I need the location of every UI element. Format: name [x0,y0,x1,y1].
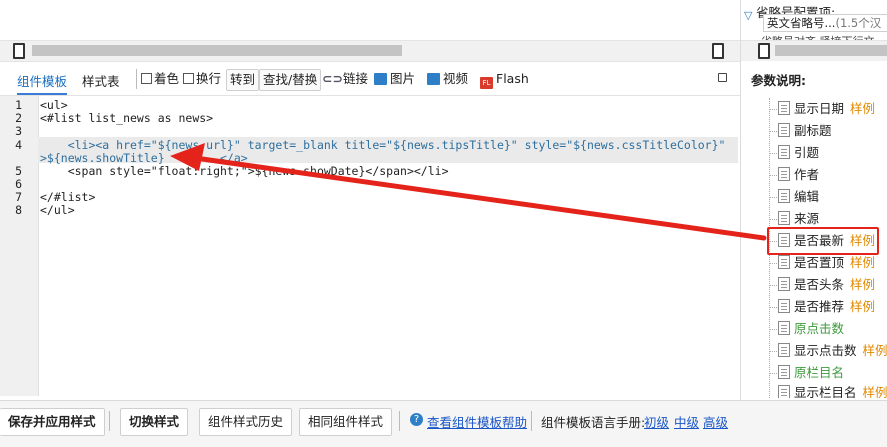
help-icon: ? [410,413,423,426]
manual-label: 组件模板语言手册: [541,415,646,430]
divider [531,411,532,431]
divider [109,411,110,431]
arrow-shaft [185,154,767,241]
template-help-link[interactable]: 查看组件模板帮助 [427,412,527,431]
arrow-head-icon [170,143,205,171]
switch-style-button[interactable]: 切换样式 [120,408,189,436]
manual-basic-link[interactable]: 初级 [644,412,669,431]
manual-intermediate-link[interactable]: 中级 [674,412,699,431]
divider [399,411,400,431]
style-history-button[interactable]: 组件样式历史 [199,408,293,436]
same-style-button[interactable]: 相同组件样式 [299,408,393,436]
bottom-bar: 保存并应用样式 切换样式 组件样式历史 相同组件样式 ? 查看组件模板帮助 组件… [0,400,887,447]
save-apply-button[interactable]: 保存并应用样式 [0,408,105,436]
manual-advanced-link[interactable]: 高级 [703,412,728,431]
annotation-arrow [170,143,767,241]
